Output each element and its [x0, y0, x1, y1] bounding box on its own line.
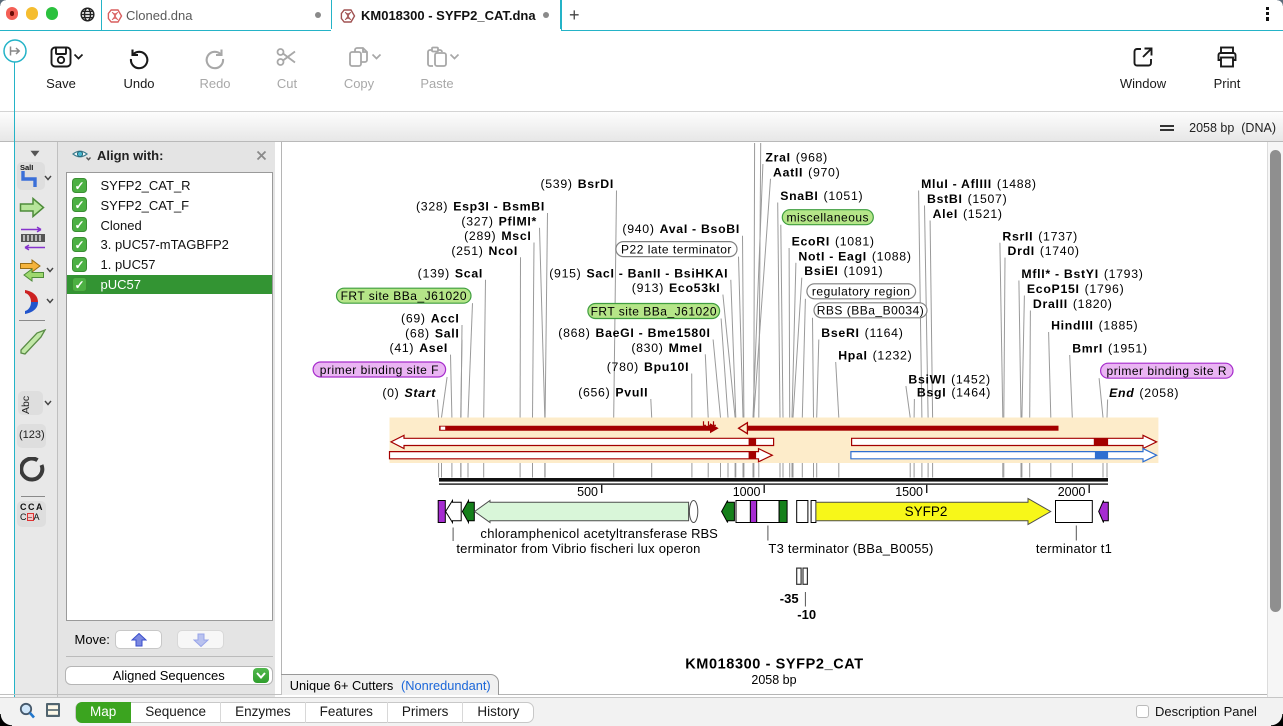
svg-text:(41)AseI: (41)AseI	[390, 341, 448, 355]
svg-text:HindIII(1885): HindIII(1885)	[1051, 319, 1138, 333]
svg-text:EcoRI(1081): EcoRI(1081)	[792, 235, 875, 249]
svg-text:SnaBI(1051): SnaBI(1051)	[780, 189, 863, 203]
svg-text:RBS (BBa_B0034): RBS (BBa_B0034)	[817, 304, 925, 318]
svg-text:(68)SalI: (68)SalI	[405, 326, 459, 340]
svg-text:End(2058): End(2058)	[1109, 386, 1179, 400]
svg-text:1500: 1500	[895, 485, 923, 499]
svg-text:Unique 6+ Cutters: Unique 6+ Cutters	[290, 678, 394, 693]
svg-text:BsgI(1464): BsgI(1464)	[917, 386, 991, 400]
svg-text:DrdI(1740): DrdI(1740)	[1008, 244, 1080, 258]
svg-text:(327)PflMI*: (327)PflMI*	[461, 214, 537, 228]
svg-text:terminator from Vibrio fischer: terminator from Vibrio fischeri lux oper…	[456, 541, 700, 556]
svg-text:NotI - EagI(1088): NotI - EagI(1088)	[798, 249, 911, 263]
svg-text:terminator t1: terminator t1	[1036, 541, 1112, 556]
svg-text:1000: 1000	[733, 485, 761, 499]
svg-text:HpaI(1232): HpaI(1232)	[838, 349, 912, 363]
svg-text:(539)BsrDI: (539)BsrDI	[540, 177, 614, 191]
svg-text:miscellaneous: miscellaneous	[787, 211, 870, 225]
svg-text:-35: -35	[780, 591, 799, 606]
svg-text:AatII(970): AatII(970)	[773, 165, 840, 179]
svg-text:RBS: RBS	[691, 526, 718, 541]
svg-text:SYFP2: SYFP2	[905, 504, 948, 519]
svg-text:(0)Start: (0)Start	[382, 386, 436, 400]
svg-text:T3 terminator (BBa_B0055): T3 terminator (BBa_B0055)	[768, 541, 933, 556]
svg-text:2058 bp: 2058 bp	[751, 673, 796, 687]
svg-text:primer binding site R: primer binding site R	[1107, 364, 1228, 378]
svg-text:(289)MscI: (289)MscI	[464, 229, 531, 243]
svg-text:BstBI(1507): BstBI(1507)	[927, 192, 1007, 206]
svg-text:-10: -10	[797, 607, 816, 622]
svg-text:2000: 2000	[1058, 485, 1086, 499]
svg-text:BseRI(1164): BseRI(1164)	[821, 326, 903, 340]
svg-text:chloramphenicol acetyltransfer: chloramphenicol acetyltransferase	[480, 526, 687, 541]
svg-text:KM018300 - SYFP2_CAT: KM018300 - SYFP2_CAT	[685, 657, 864, 673]
svg-text:ZraI(968): ZraI(968)	[765, 151, 828, 165]
svg-text:BmrI(1951): BmrI(1951)	[1072, 342, 1148, 356]
svg-text:FRT site BBa_J61020: FRT site BBa_J61020	[591, 304, 717, 318]
svg-text:AleI(1521): AleI(1521)	[933, 207, 1003, 221]
svg-text:MflI* - BstYI(1793): MflI* - BstYI(1793)	[1021, 267, 1143, 281]
svg-text:(251)NcoI: (251)NcoI	[451, 244, 518, 258]
svg-text:(868)BaeGI - Bme1580I: (868)BaeGI - Bme1580I	[558, 326, 710, 340]
svg-text:regulatory region: regulatory region	[812, 285, 911, 299]
svg-text:RsrII(1737): RsrII(1737)	[1002, 229, 1078, 243]
svg-text:(656)PvuII: (656)PvuII	[578, 386, 648, 400]
svg-text:primer binding site F: primer binding site F	[320, 363, 439, 377]
svg-text:(Nonredundant): (Nonredundant)	[401, 678, 491, 693]
svg-text:P22 late terminator: P22 late terminator	[621, 242, 732, 256]
svg-text:(328)Esp3I - BsmBI: (328)Esp3I - BsmBI	[416, 200, 545, 214]
svg-text:BsiEI(1091): BsiEI(1091)	[804, 264, 883, 278]
svg-text:(139)ScaI: (139)ScaI	[418, 266, 483, 280]
svg-text:(915)SacI - BanII - BsiHKAI: (915)SacI - BanII - BsiHKAI	[549, 266, 728, 280]
svg-text:FRT site BBa_J61020: FRT site BBa_J61020	[341, 289, 467, 303]
svg-text:DraIII(1820): DraIII(1820)	[1033, 297, 1113, 311]
svg-text:(913)Eco53kI: (913)Eco53kI	[632, 281, 721, 295]
svg-text:500: 500	[577, 485, 598, 499]
svg-text:EcoP15I(1796): EcoP15I(1796)	[1027, 282, 1125, 296]
svg-text:(69)AccI: (69)AccI	[401, 312, 459, 326]
svg-text:MluI - AflIII(1488): MluI - AflIII(1488)	[921, 177, 1037, 191]
svg-text:(780)Bpu10I: (780)Bpu10I	[607, 360, 689, 374]
svg-text:BsiWI(1452): BsiWI(1452)	[908, 373, 990, 387]
svg-text:(940)AvaI - BsoBI: (940)AvaI - BsoBI	[622, 222, 740, 236]
svg-text:(830)MmeI: (830)MmeI	[631, 341, 702, 355]
